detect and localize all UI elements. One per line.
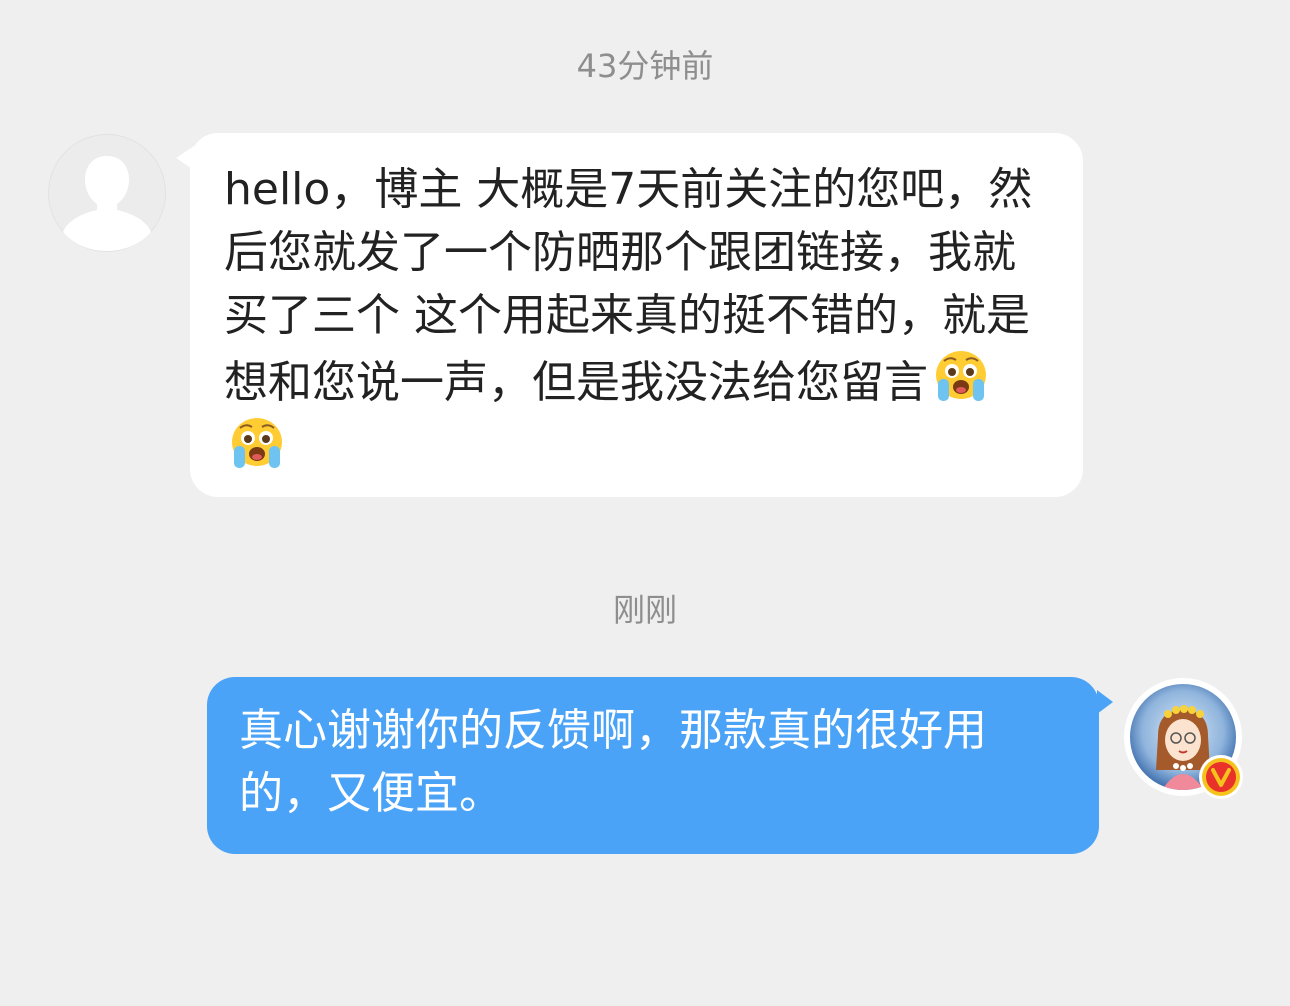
loudly-crying-face-emoji-icon [228,414,286,472]
message-timestamp: 刚刚 [612,591,677,629]
default-user-avatar-icon[interactable] [48,134,166,252]
verified-v-badge-icon [1199,755,1243,799]
outgoing-bubble-tail [1097,690,1113,714]
message-text: 真心谢谢你的反馈啊，那款真的很好用的，又便宜。 [239,705,987,819]
message-text: hello，博主 大概是7天前关注的您吧，然后您就发了一个防晒那个跟团链接，我就… [224,164,1033,408]
message-timestamp: 43分钟前 [576,47,714,85]
outgoing-message-bubble[interactable]: 真心谢谢你的反馈啊，那款真的很好用的，又便宜。 [207,677,1099,854]
loudly-crying-face-emoji-icon [932,347,990,405]
incoming-message-bubble[interactable]: hello，博主 大概是7天前关注的您吧，然后您就发了一个防晒那个跟团链接，我就… [190,133,1083,497]
